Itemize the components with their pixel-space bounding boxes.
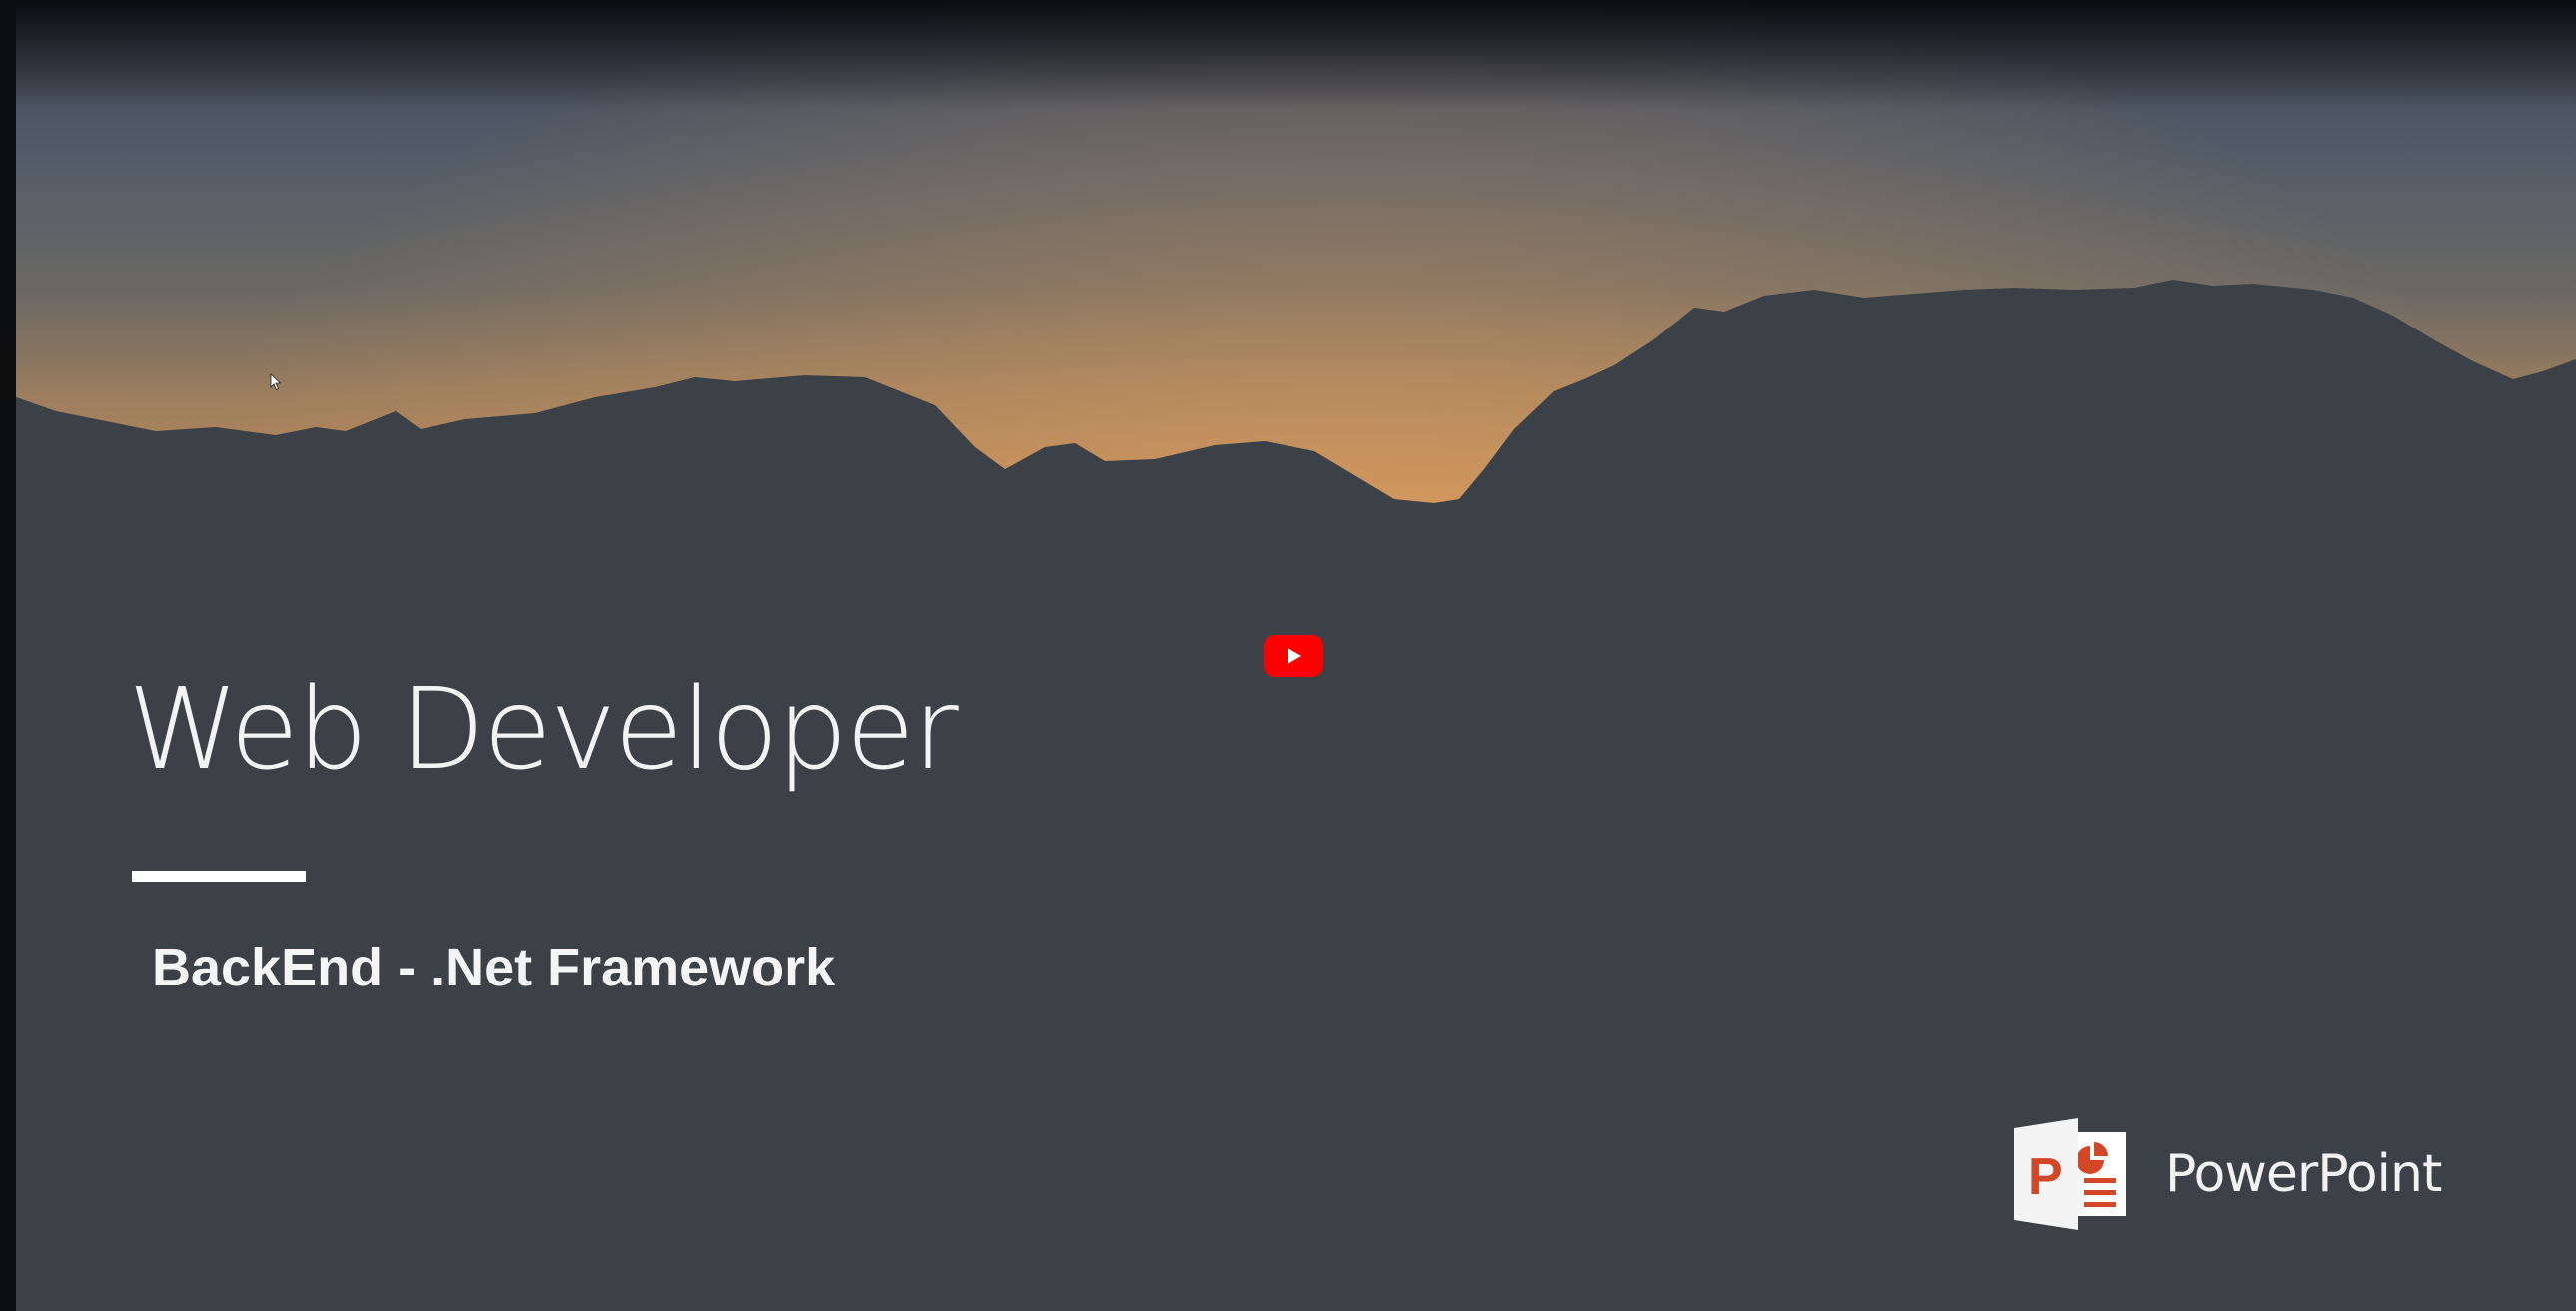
presentation-slide: Web Developer BackEnd - .Net Framework P… (16, 0, 2576, 1311)
play-button[interactable] (1264, 635, 1323, 677)
top-vignette (16, 0, 2576, 110)
mouse-pointer-icon (270, 373, 282, 391)
title-underline (132, 871, 306, 882)
play-icon (1288, 648, 1301, 664)
powerpoint-branding: P PowerPoint (2014, 1118, 2442, 1230)
app-name: PowerPoint (2165, 1144, 2442, 1204)
logo-letter: P (2028, 1148, 2063, 1206)
powerpoint-logo-icon: P (2014, 1118, 2126, 1230)
slide-title: Web Developer (128, 665, 959, 795)
video-frame: Web Developer BackEnd - .Net Framework P… (0, 0, 2576, 1311)
slide-subtitle: BackEnd - .Net Framework (152, 938, 836, 997)
